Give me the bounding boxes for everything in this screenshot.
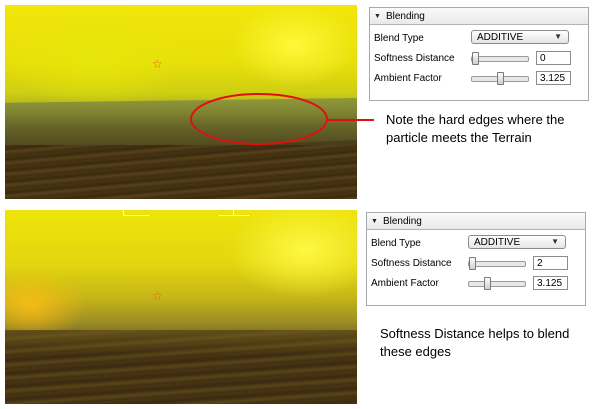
note-hard-edges: Note the hard edges where the particle m… [386,112,565,145]
callout-ellipse [190,93,328,145]
note-softness-blend: Softness Distance helps to blend these e… [380,326,570,359]
